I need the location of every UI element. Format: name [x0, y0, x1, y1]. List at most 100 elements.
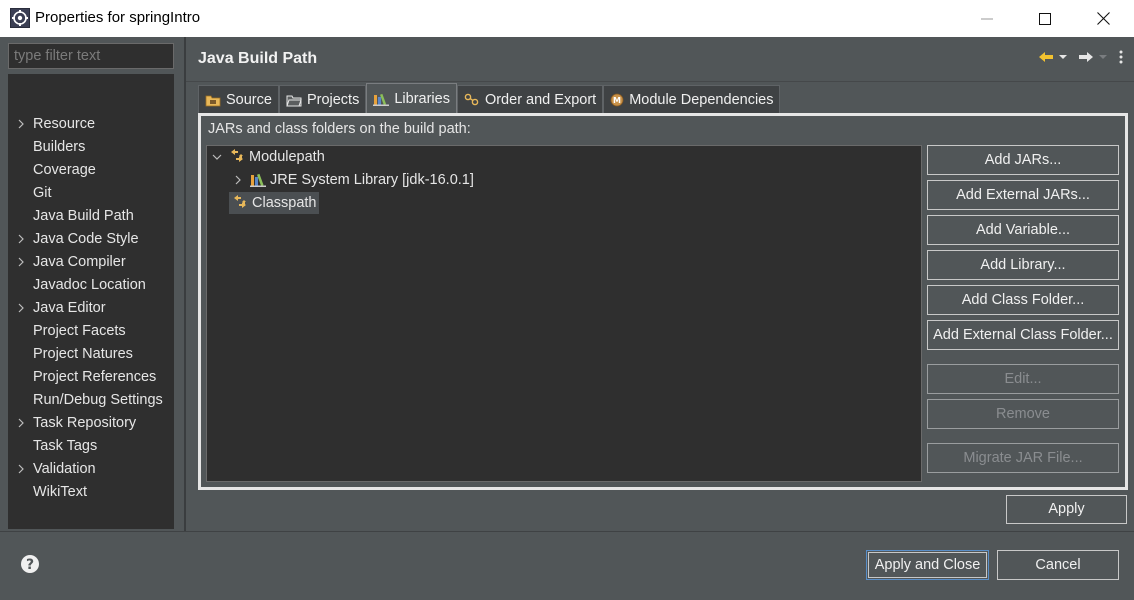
- chevron-right-icon[interactable]: [16, 233, 26, 245]
- tab-order-and-export[interactable]: Order and Export: [456, 85, 604, 113]
- add-class-folder-button[interactable]: Add Class Folder...: [927, 285, 1119, 315]
- chevron-right-icon[interactable]: [16, 417, 26, 429]
- tree-label-modulepath: Modulepath: [249, 149, 325, 165]
- library-icon: [250, 173, 266, 187]
- tab-bar: Source Projects Libraries Order and Expo…: [198, 83, 781, 113]
- nav-item-run-debug-settings[interactable]: Run/Debug Settings: [8, 389, 174, 411]
- tab-source[interactable]: Source: [198, 85, 279, 113]
- title-bar: Properties for springIntro: [0, 0, 1134, 37]
- order-export-icon: [464, 93, 479, 105]
- apply-button[interactable]: Apply: [1006, 495, 1127, 524]
- nav-item-project-facets[interactable]: Project Facets: [8, 320, 174, 342]
- tree-row-classpath[interactable]: Classpath: [229, 192, 320, 214]
- nav-item-task-tags[interactable]: Task Tags: [8, 435, 174, 457]
- dialog-footer: ? Apply and Close Cancel: [0, 532, 1134, 600]
- tab-label: Order and Export: [484, 91, 597, 108]
- forward-arrow-icon[interactable]: [1078, 50, 1094, 64]
- tree-label-classpath: Classpath: [252, 195, 317, 211]
- minimize-icon: [981, 18, 993, 19]
- nav-item-builders[interactable]: Builders: [8, 136, 174, 158]
- eclipse-app-icon: [10, 8, 30, 28]
- minimize-button[interactable]: [958, 0, 1016, 37]
- tab-folder: Source Projects Libraries Order and Expo…: [198, 83, 1128, 490]
- cancel-button[interactable]: Cancel: [997, 550, 1119, 580]
- nav-item-label: Project Natures: [33, 346, 133, 362]
- left-panel: Resource Builders Coverage Git Java Buil…: [0, 37, 185, 531]
- migrate-jar-button[interactable]: Migrate JAR File...: [927, 443, 1119, 473]
- nav-item-task-repository[interactable]: Task Repository: [8, 412, 174, 434]
- nav-item-git[interactable]: Git: [8, 182, 174, 204]
- nav-item-project-references[interactable]: Project References: [8, 366, 174, 388]
- property-pages-tree: Resource Builders Coverage Git Java Buil…: [8, 74, 174, 529]
- more-options-icon[interactable]: [1118, 50, 1124, 64]
- window-title: Properties for springIntro: [35, 9, 201, 26]
- close-window-button[interactable]: [1074, 0, 1132, 37]
- tab-label: Projects: [306, 91, 360, 108]
- nav-item-coverage[interactable]: Coverage: [8, 159, 174, 181]
- nav-item-label: Resource: [33, 116, 96, 132]
- nav-item-label: Task Repository: [33, 415, 137, 431]
- filter-input[interactable]: [8, 43, 174, 69]
- svg-text:?: ?: [26, 557, 34, 573]
- maximize-button[interactable]: [1016, 0, 1074, 37]
- nav-item-java-build-path[interactable]: Java Build Path: [8, 205, 174, 227]
- nav-item-label: Project References: [33, 369, 157, 385]
- projects-folder-icon: [286, 95, 302, 106]
- history-navigation: [1038, 47, 1124, 67]
- nav-item-java-code-style[interactable]: Java Code Style: [8, 228, 174, 250]
- nav-item-label: Task Tags: [33, 438, 98, 454]
- nav-item-java-compiler[interactable]: Java Compiler: [8, 251, 174, 273]
- chevron-right-icon[interactable]: [16, 463, 26, 475]
- nav-item-label: WikiText: [33, 484, 87, 500]
- nav-item-resource[interactable]: Resource: [8, 113, 174, 135]
- tab-libraries[interactable]: Libraries: [366, 83, 457, 113]
- nav-item-label: Run/Debug Settings: [33, 392, 163, 408]
- nav-item-label: Java Compiler: [33, 254, 126, 270]
- tree-label-jre: JRE System Library [jdk-16.0.1]: [270, 172, 474, 188]
- add-variable-button[interactable]: Add Variable...: [927, 215, 1119, 245]
- nav-item-project-natures[interactable]: Project Natures: [8, 343, 174, 365]
- nav-item-wikitext[interactable]: WikiText: [8, 481, 174, 503]
- chevron-right-icon[interactable]: [16, 118, 26, 130]
- tab-module-dependencies[interactable]: M Module Dependencies: [603, 85, 781, 113]
- modulepath-icon: [231, 149, 243, 162]
- chevron-down-icon[interactable]: [210, 151, 224, 163]
- nav-item-label: Validation: [33, 461, 96, 477]
- back-dropdown-icon[interactable]: [1058, 53, 1068, 61]
- tab-label: Libraries: [394, 90, 450, 107]
- back-arrow-icon[interactable]: [1038, 50, 1054, 64]
- chevron-right-icon[interactable]: [16, 256, 26, 268]
- nav-item-validation[interactable]: Validation: [8, 458, 174, 480]
- add-external-jars-button[interactable]: Add External JARs...: [927, 180, 1119, 210]
- tab-label: Source: [226, 91, 272, 108]
- source-folder-icon: [205, 95, 221, 106]
- apply-and-close-button[interactable]: Apply and Close: [866, 550, 989, 580]
- forward-dropdown-icon[interactable]: [1098, 53, 1108, 61]
- right-panel: Java Build Path Source Projects Librarie…: [186, 37, 1134, 531]
- tab-projects[interactable]: Projects: [278, 85, 367, 113]
- add-external-class-folder-button[interactable]: Add External Class Folder...: [927, 320, 1119, 350]
- classpath-icon: [234, 195, 246, 208]
- nav-item-javadoc-location[interactable]: Javadoc Location: [8, 274, 174, 296]
- libraries-tab-content: JARs and class folders on the build path…: [198, 113, 1128, 490]
- chevron-right-icon[interactable]: [16, 302, 26, 314]
- nav-item-label: Git: [33, 185, 52, 201]
- edit-button[interactable]: Edit...: [927, 364, 1119, 394]
- nav-item-label: Coverage: [33, 162, 96, 178]
- module-icon: M: [610, 93, 624, 106]
- nav-item-label: Java Code Style: [33, 231, 139, 247]
- nav-item-label: Java Editor: [33, 300, 106, 316]
- remove-button[interactable]: Remove: [927, 399, 1119, 429]
- tree-row-modulepath[interactable]: Modulepath: [210, 146, 325, 168]
- libraries-icon: [373, 93, 390, 106]
- title-separator: [186, 81, 1134, 82]
- tree-row-jre-system-library[interactable]: JRE System Library [jdk-16.0.1]: [231, 169, 474, 191]
- nav-item-label: Project Facets: [33, 323, 126, 339]
- add-library-button[interactable]: Add Library...: [927, 250, 1119, 280]
- help-icon[interactable]: ?: [20, 554, 40, 574]
- build-path-tree[interactable]: Modulepath JRE System Library [jdk-16.0.…: [206, 145, 922, 482]
- nav-item-java-editor[interactable]: Java Editor: [8, 297, 174, 319]
- add-jars-button[interactable]: Add JARs...: [927, 145, 1119, 175]
- build-path-label: JARs and class folders on the build path…: [208, 121, 471, 137]
- chevron-right-icon[interactable]: [231, 174, 245, 186]
